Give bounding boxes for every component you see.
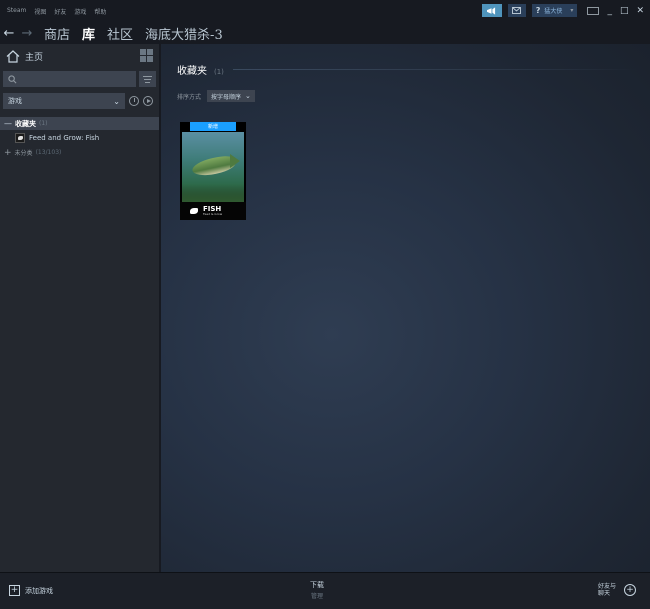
expand-icon: + — [4, 147, 12, 158]
menu-games[interactable]: 游戏 — [74, 7, 86, 16]
home-button[interactable]: 主页 — [0, 44, 159, 68]
caret-down-icon: ▾ — [570, 7, 574, 14]
games-dropdown-value: 游戏 — [8, 97, 22, 105]
collapse-icon: — — [4, 119, 12, 128]
top-right-controls: ? 猛大侠 ▾ _ □ ✕ — [481, 4, 644, 17]
favorites-label: 收藏夹 — [15, 119, 36, 128]
sort-dropdown[interactable]: 按字母顺序 ⌄ — [207, 90, 255, 102]
menu-view[interactable]: 视图 — [34, 7, 46, 16]
menu-friends[interactable]: 好友 — [54, 7, 66, 16]
new-badge-label: 新增 — [207, 124, 218, 130]
user-account-button[interactable]: ? 猛大侠 ▾ — [531, 4, 578, 17]
sort-value: 按字母顺序 — [211, 93, 242, 101]
library-main: 收藏夹 (1) 排序方式 按字母顺序 ⌄ 新增 FISH Feed & Grow — [161, 44, 650, 572]
downloads-button[interactable]: 下载 管理 — [310, 580, 324, 600]
filter-line — [144, 78, 151, 80]
game-cover-art — [182, 132, 244, 202]
library-sidebar: 主页 游戏 ⌄ — 收藏夹 (1) Feed and Grow: Fish + … — [0, 44, 160, 572]
forward-arrow-icon[interactable]: → — [18, 26, 36, 41]
home-icon — [6, 49, 20, 63]
menu-bar: Steam 视图 好友 游戏 帮助 ? 猛大侠 ▾ _ □ ✕ — [0, 0, 650, 22]
uncategorized-count: (13/103) — [35, 149, 62, 156]
sort-row: 排序方式 按字母顺序 ⌄ — [177, 90, 255, 102]
sidebar-game-item[interactable]: Feed and Grow: Fish — [0, 130, 159, 145]
nav-library[interactable]: 库 — [82, 24, 95, 43]
favorites-collection-header[interactable]: — 收藏夹 (1) — [0, 117, 159, 130]
game-fish-icon — [15, 132, 25, 143]
game-name: Feed and Grow: Fish — [29, 133, 100, 142]
plus-icon: + — [9, 585, 20, 596]
favorites-count: (1) — [39, 120, 48, 127]
game-card[interactable]: 新增 FISH Feed & Grow — [180, 122, 246, 220]
maximize-button[interactable]: □ — [620, 6, 629, 16]
filter-button[interactable] — [139, 71, 156, 87]
uncategorized-collection-header[interactable]: + 未分类 (13/103) — [0, 145, 159, 160]
window-controls: _ □ ✕ — [587, 6, 644, 16]
games-dropdown[interactable]: 游戏 ⌄ — [3, 93, 125, 109]
add-game-label: 添加游戏 — [25, 586, 53, 595]
add-friend-icon: + — [624, 584, 636, 597]
minimize-button[interactable]: _ — [607, 6, 612, 16]
screen-mode-icon[interactable] — [587, 6, 600, 15]
play-filter-icon[interactable] — [143, 96, 153, 106]
nav-profile[interactable]: 海底大猎杀-3 — [145, 24, 223, 43]
search-icon — [8, 74, 17, 83]
close-button[interactable]: ✕ — [636, 6, 644, 16]
logo-words: FISH Feed & Grow — [203, 206, 222, 216]
broadcast-button[interactable] — [481, 4, 502, 17]
downloads-sublabel: 管理 — [310, 593, 323, 600]
username: 猛大侠 — [544, 8, 563, 15]
nav-store[interactable]: 商店 — [44, 24, 70, 43]
notifications-button[interactable] — [507, 4, 526, 17]
shelf-divider — [233, 69, 637, 70]
search-row — [0, 68, 159, 90]
help-icon: ? — [535, 6, 541, 15]
shelf-title: 收藏夹 (1) — [177, 62, 224, 77]
shelf-count: (1) — [214, 68, 224, 76]
sort-label: 排序方式 — [177, 93, 202, 101]
chevron-down-icon: ⌄ — [245, 92, 251, 100]
recent-clock-icon[interactable] — [129, 96, 139, 106]
megaphone-icon — [487, 6, 496, 15]
search-input[interactable] — [3, 71, 136, 87]
filter-line — [145, 81, 150, 83]
grid-view-icon[interactable] — [140, 49, 153, 62]
bottom-bar: + 添加游戏 下载 管理 好友与聊天 + — [0, 572, 650, 609]
fish-fin-artwork — [230, 154, 240, 168]
envelope-icon — [512, 7, 522, 14]
add-game-button[interactable]: + 添加游戏 — [9, 585, 53, 596]
game-logo: FISH Feed & Grow — [180, 202, 246, 220]
new-badge: 新增 — [190, 122, 236, 131]
logo-subtitle: Feed & Grow — [203, 212, 223, 216]
friends-chat-button[interactable]: 好友与聊天 + — [598, 583, 636, 597]
games-filter-row: 游戏 ⌄ — [0, 90, 159, 112]
menu-help[interactable]: 帮助 — [94, 7, 106, 16]
filter-line — [143, 75, 152, 77]
nav-bar: ← → 商店 库 社区 海底大猎杀-3 — [0, 22, 650, 44]
downloads-label: 下载 — [310, 581, 324, 589]
friends-chat-label: 好友与聊天 — [598, 583, 617, 598]
fish-logo-icon — [190, 206, 200, 216]
chevron-down-icon: ⌄ — [113, 96, 120, 106]
nav-links: 商店 库 社区 海底大猎杀-3 — [44, 24, 223, 43]
shelf-title-text[interactable]: 收藏夹 — [177, 62, 207, 77]
seaweed-artwork — [182, 184, 244, 202]
menu-items: Steam 视图 好友 游戏 帮助 — [0, 7, 106, 16]
nav-community[interactable]: 社区 — [107, 24, 133, 43]
menu-steam[interactable]: Steam — [7, 7, 26, 16]
back-arrow-icon[interactable]: ← — [0, 26, 18, 41]
home-label: 主页 — [25, 52, 44, 63]
uncategorized-label: 未分类 — [14, 150, 33, 157]
